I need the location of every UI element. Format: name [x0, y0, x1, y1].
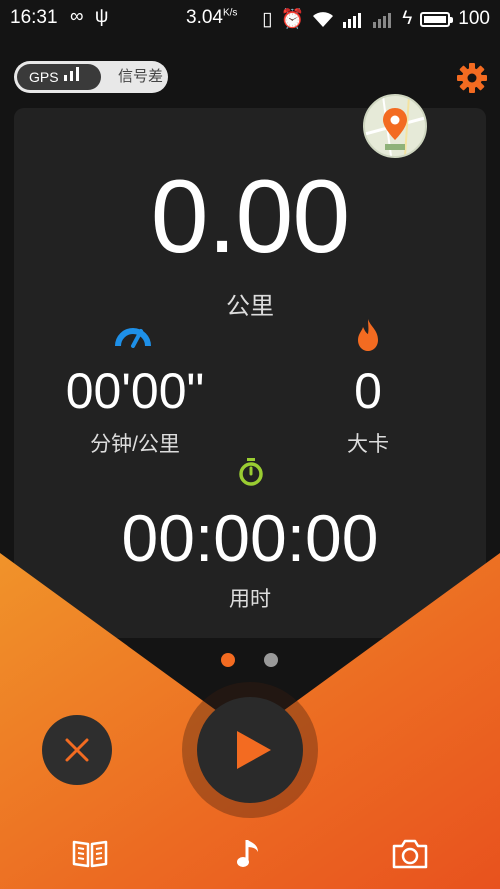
usb-icon: ψ	[94, 6, 109, 27]
page-dot-2[interactable]	[264, 653, 278, 667]
play-icon	[237, 731, 271, 769]
duration-unit: 用时	[229, 588, 271, 611]
wifi-icon	[313, 12, 334, 27]
page-dot-1[interactable]	[221, 653, 235, 667]
gps-signal-icon	[64, 67, 79, 81]
charging-icon: ϟ	[402, 8, 413, 29]
camera-icon[interactable]	[391, 838, 429, 870]
calories-value: 0	[354, 363, 382, 419]
signal-4g-icon	[343, 13, 362, 28]
status-left-icons: ∞ ψ	[70, 6, 108, 28]
gps-label: GPS	[29, 69, 59, 85]
gear-icon[interactable]	[456, 62, 488, 94]
book-icon[interactable]	[71, 838, 109, 868]
battery-icon	[420, 11, 454, 27]
gps-chip: GPS	[17, 64, 101, 90]
gps-status-pill[interactable]: GPS 信号差	[14, 61, 168, 93]
speedometer-icon	[115, 328, 151, 348]
status-right-icons: ▯ ⏰ ϟ 100	[262, 7, 490, 31]
start-run-button[interactable]	[197, 697, 303, 803]
stopwatch-icon	[239, 458, 263, 486]
music-note-icon[interactable]	[236, 836, 264, 870]
status-bar: 16:31 ∞ ψ 3.04K/s ▯ ⏰ ϟ 100	[0, 0, 500, 36]
map-thumbnail[interactable]	[363, 94, 427, 158]
network-speed: 3.04K/s	[186, 7, 238, 28]
cancel-run-button[interactable]	[42, 715, 112, 785]
pace-value: 00'00"	[65, 363, 205, 419]
calories-unit: 大卡	[347, 433, 389, 456]
duration-value: 00:00:00	[121, 501, 379, 575]
alarm-icon: ⏰	[280, 9, 305, 30]
status-time: 16:31	[10, 7, 58, 28]
map-pin-icon	[365, 96, 425, 156]
distance-unit: 公里	[226, 293, 274, 320]
flame-icon	[358, 319, 378, 351]
infinity-icon: ∞	[70, 6, 84, 27]
close-icon	[65, 738, 89, 762]
vibrate-icon: ▯	[262, 8, 273, 30]
signal-empty-icon	[373, 13, 392, 28]
gps-signal-text: 信号差	[118, 68, 164, 85]
pace-unit: 分钟/公里	[90, 433, 180, 456]
battery-level: 100	[458, 8, 490, 29]
distance-value: 0.00	[150, 159, 350, 275]
